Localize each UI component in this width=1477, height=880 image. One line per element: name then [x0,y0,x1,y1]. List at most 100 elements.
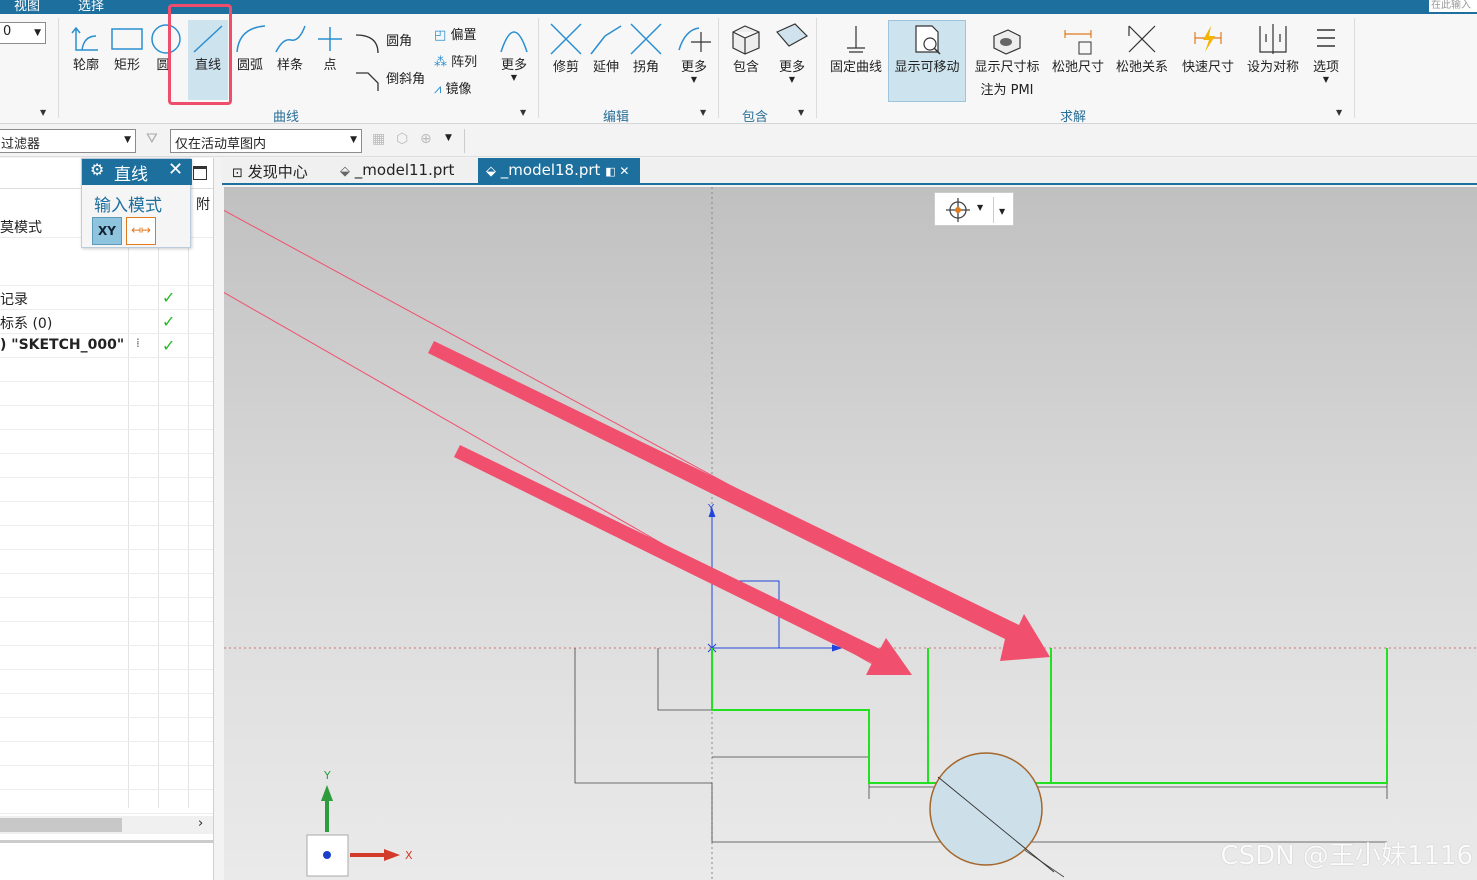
scrollbar-thumb[interactable] [0,818,122,832]
maximize-icon[interactable] [193,166,207,180]
chevron-down-icon[interactable]: ▼ [999,207,1005,216]
filter-combo[interactable]: 过滤器 ▼ [0,129,136,153]
fillet-icon [355,33,379,53]
tab-discovery-center[interactable]: ⊡ 发现中心 [224,158,316,184]
more-curve-icon [500,31,528,53]
left-combo[interactable]: 0 ▼ [0,22,46,44]
funnel-icon[interactable]: ⛛ [146,131,158,147]
table-row[interactable] [0,406,213,430]
crosshair-icon[interactable] [945,197,971,223]
profile-button[interactable]: 轮廓 [68,24,104,73]
show-dim-pmi-button[interactable]: 显示尺寸标 注为 PMI [970,22,1044,98]
corner-icon [630,23,662,55]
extend-button[interactable]: 延伸 [588,22,624,75]
relax-relation-button[interactable]: 松弛关系 [1112,22,1172,75]
command-search-input[interactable]: 在此输入 [1429,0,1477,12]
table-row[interactable] [0,550,213,574]
table-row[interactable] [0,622,213,646]
scope-combo[interactable]: 仅在活动草图内 ▼ [170,129,362,153]
dimension-icon: ↤↦ [130,223,152,237]
table-row[interactable] [0,646,213,670]
menu-view[interactable]: 视图 [14,0,40,14]
spline-button[interactable]: 样条 [272,24,308,73]
line-button[interactable]: 直线 [188,24,228,73]
include-button[interactable]: 包含 [728,22,764,75]
pattern-button[interactable]: ⁂ 阵列 [434,51,494,70]
curve-more-button[interactable]: 更多 ▼ [496,20,532,82]
show-movable-button[interactable]: 显示可移动 [890,22,964,75]
line-label: 直线 [194,58,221,73]
chevron-right-icon[interactable]: › [198,816,203,831]
edit-more-button[interactable]: 更多 ▼ [676,22,712,84]
table-row[interactable] [0,766,213,790]
table-row[interactable] [0,790,213,814]
snap-point-toolbar[interactable]: ▼ ▼ [934,192,1014,226]
chevron-down-icon[interactable]: ▼ [445,133,452,143]
offset-button[interactable]: ◰ 偏置 [434,24,494,43]
table-row[interactable] [0,718,213,742]
options-button[interactable]: 选项 ▼ [1306,22,1346,84]
part-navigator: 附 莫模式 记录 ✓ 标系 (0) ✓ ) "SKETCH_000" ⁞ ✓ › [0,158,214,880]
pin-icon[interactable]: ◧ [605,165,615,178]
table-row[interactable] [0,742,213,766]
table-row[interactable] [0,598,213,622]
gear-icon[interactable]: ⚙ [90,160,104,179]
table-row[interactable] [0,526,213,550]
table-row[interactable] [0,502,213,526]
offset-icon: ◰ [434,28,447,43]
point-button[interactable]: 点 [312,24,348,73]
mirror-button[interactable]: ⩘ 镜像 [434,78,494,97]
tab-label: _model18.prt [500,161,601,179]
chevron-down-icon[interactable]: ▼ [700,108,706,117]
rectangle-label: 矩形 [113,58,140,73]
graphics-window[interactable]: Y Y X CSDN @王小妹1116 [224,187,1477,880]
chamfer-button[interactable]: 倒斜角 [354,68,434,91]
select-add-icon[interactable]: ⊕ [420,131,432,147]
table-row[interactable] [0,478,213,502]
solve-group-label: 求解 [1060,110,1087,125]
edit-group-label: 编辑 [603,110,630,125]
make-symmetric-button[interactable]: 设为对称 [1242,22,1304,75]
chevron-down-icon[interactable]: ▼ [977,203,983,212]
nav-row-sketch[interactable]: ) "SKETCH_000" ⁞ ✓ [0,334,213,358]
nav-row-history[interactable]: 记录 ✓ [0,286,213,310]
rapid-dim-button[interactable]: 快速尺寸 [1178,22,1238,75]
table-row[interactable] [0,694,213,718]
table-row[interactable] [0,670,213,694]
chevron-down-icon[interactable]: ▼ [40,108,46,117]
xy-mode-button[interactable]: XY [92,217,122,245]
corner-button[interactable]: 拐角 [628,22,664,75]
select-feature-icon[interactable]: ▦ [372,131,385,147]
trim-button[interactable]: 修剪 [548,22,584,75]
menu-select[interactable]: 选择 [78,0,104,14]
table-row[interactable] [0,454,213,478]
table-row[interactable] [0,358,213,382]
horizontal-scrollbar[interactable]: › [0,816,213,834]
sketch-canvas[interactable]: Y [224,187,1477,880]
arc-button[interactable]: 圆弧 [232,24,268,73]
chevron-down-icon[interactable]: ▼ [520,108,526,117]
rectangle-button[interactable]: 矩形 [108,24,146,73]
close-icon[interactable]: ✕ [168,159,183,180]
tab-model11[interactable]: ⬙ _model11.prt [332,158,462,184]
fix-curve-button[interactable]: 固定曲线 [826,22,886,75]
nav-column-header[interactable]: 附 [196,194,210,214]
divider [993,197,994,223]
extend-icon [590,25,622,55]
table-row[interactable] [0,574,213,598]
nav-row-csys[interactable]: 标系 (0) ✓ [0,310,213,334]
relax-dim-button[interactable]: 松弛尺寸 [1048,22,1108,75]
close-icon[interactable]: ✕ [616,164,629,178]
fillet-button[interactable]: 圆角 [354,30,434,53]
include-more-button[interactable]: 更多 ▼ [774,22,810,84]
relax-relation-label: 松弛关系 [1115,60,1168,75]
table-row[interactable] [0,430,213,454]
select-body-icon[interactable]: ⬡ [396,131,408,147]
rectangle-icon [111,28,143,50]
table-row[interactable] [0,382,213,406]
tab-bar: ⊡ 发现中心 ⬙ _model11.prt ⬙ _model18.prt ◧ ✕ [222,158,1477,185]
chevron-down-icon[interactable]: ▼ [798,108,804,117]
chevron-down-icon[interactable]: ▼ [1336,108,1342,117]
parameter-mode-button[interactable]: ↤↦ [126,217,156,245]
tab-model18[interactable]: ⬙ _model18.prt ◧ ✕ [478,158,640,184]
